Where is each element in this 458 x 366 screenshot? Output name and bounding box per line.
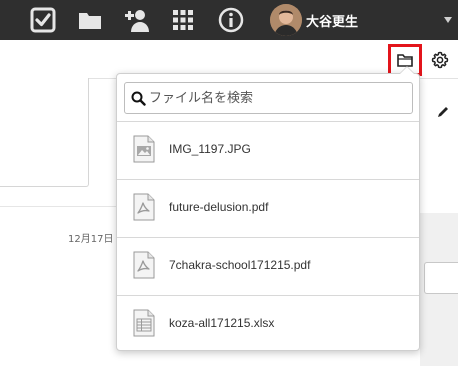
dropdown-arrow-inner [400, 67, 414, 74]
search-icon [131, 91, 146, 106]
pdf-file-icon [133, 251, 155, 279]
pencil-icon[interactable] [436, 105, 450, 119]
file-search-input[interactable] [149, 85, 407, 111]
check-square-icon[interactable] [29, 6, 57, 34]
apps-grid-icon[interactable] [169, 6, 197, 34]
content-divider [0, 206, 120, 207]
file-name: koza-all171215.xlsx [169, 316, 275, 330]
pdf-file-icon [133, 193, 155, 221]
file-search-box [124, 82, 413, 114]
file-dropdown: IMG_1197.JPG future-delusion.pdf 7chak [116, 66, 420, 353]
file-item[interactable]: 7chakra-school171215.pdf [117, 238, 419, 296]
top-nav-bar: 大谷更生 [0, 0, 458, 40]
file-name: future-delusion.pdf [169, 200, 269, 214]
image-file-icon [133, 135, 155, 163]
right-input-field[interactable] [424, 262, 458, 294]
file-name: IMG_1197.JPG [169, 142, 251, 156]
folder-icon[interactable] [76, 6, 104, 34]
gear-icon[interactable] [431, 51, 449, 69]
file-name: 7chakra-school171215.pdf [169, 258, 311, 272]
file-item[interactable]: koza-all171215.xlsx [117, 296, 419, 353]
user-menu[interactable]: 大谷更生 [268, 3, 458, 37]
folder-open-icon [397, 54, 413, 67]
avatar [270, 4, 302, 36]
spreadsheet-file-icon [133, 309, 155, 337]
add-user-icon[interactable] [122, 6, 150, 34]
user-name: 大谷更生 [306, 15, 359, 30]
chevron-down-icon [444, 17, 452, 23]
date-label: 12月17日 [68, 234, 114, 245]
file-item[interactable]: IMG_1197.JPG [117, 122, 419, 180]
left-card [0, 78, 89, 187]
file-list: IMG_1197.JPG future-delusion.pdf 7chakra… [117, 122, 419, 353]
file-item[interactable]: future-delusion.pdf [117, 180, 419, 238]
info-icon[interactable] [217, 6, 245, 34]
